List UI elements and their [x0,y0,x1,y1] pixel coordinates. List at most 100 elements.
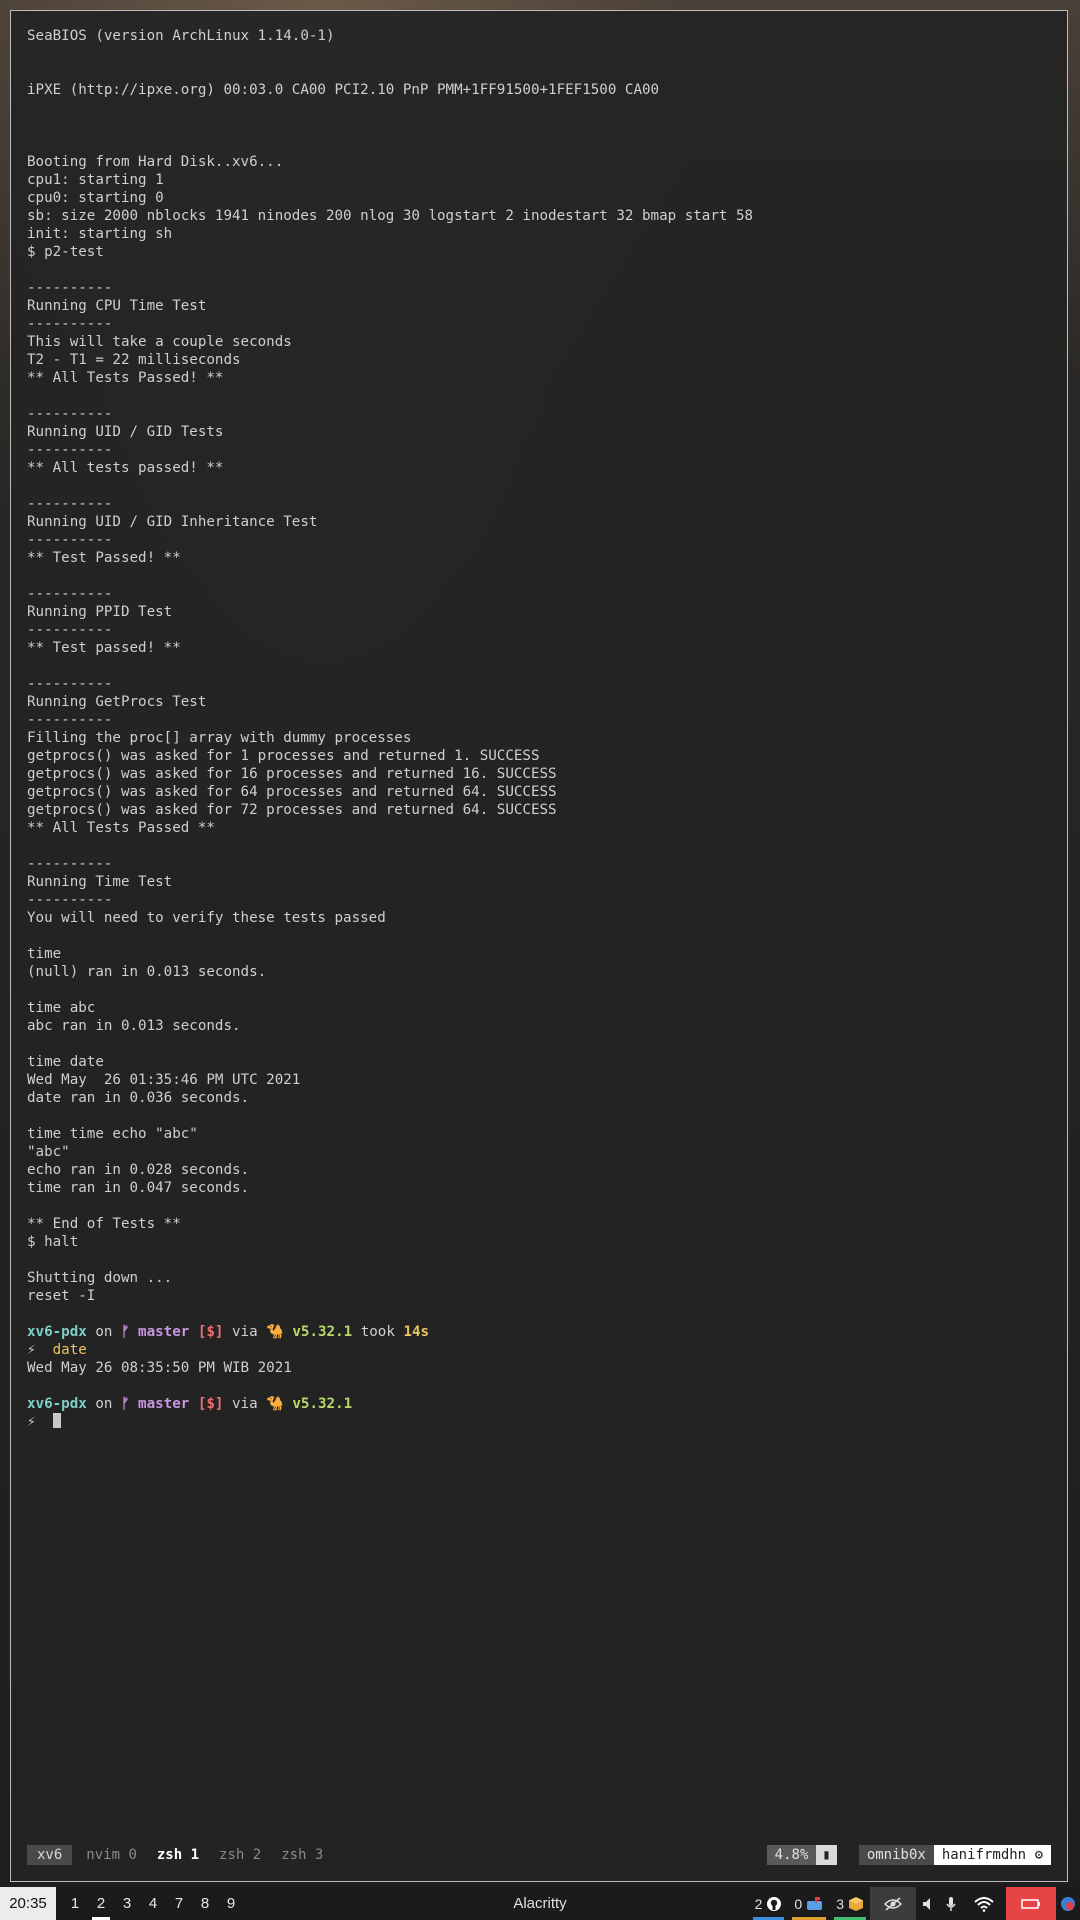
tmux-window-tab[interactable]: zsh 3 [275,1845,329,1865]
terminal-line: Running GetProcs Test [27,694,207,710]
package-updates[interactable]: 3 [830,1887,870,1920]
terminal-line: ** Test passed! ** [27,640,181,656]
terminal-output: SeaBIOS (version ArchLinux 1.14.0-1) iPXE… [27,27,1051,1431]
github-icon [766,1896,782,1912]
terminal-line: getprocs() was asked for 64 processes an… [27,784,557,800]
app-indicator[interactable] [1056,1887,1080,1920]
prompt-on-text: on [86,1324,121,1340]
terminal-line: time ran in 0.047 seconds. [27,1180,250,1196]
github-count: 2 [754,1895,763,1912]
terminal-line: ---------- [27,586,113,602]
prompt-directory: xv6-pdx [27,1396,87,1412]
terminal-window[interactable]: SeaBIOS (version ArchLinux 1.14.0-1) iPXE… [10,10,1068,1882]
github-notifications[interactable]: 2 [749,1887,789,1920]
terminal-line: T2 - T1 = 22 milliseconds [27,352,241,368]
cpu-usage: 4.8% [766,1845,817,1865]
terminal-line: cpu1: starting 1 [27,172,164,188]
date-output: Wed May 26 08:35:50 PM WIB 2021 [27,1360,292,1376]
settings-icon: ⚙ [1034,1847,1043,1863]
app-indicator-icon [1060,1896,1076,1912]
terminal-line: getprocs() was asked for 72 processes an… [27,802,557,818]
terminal-line: ** All Tests Passed ** [27,820,215,836]
terminal-line: init: starting sh [27,226,173,242]
prompt-took-text: took [352,1324,404,1340]
terminal-line: ---------- [27,406,113,422]
terminal-line: ---------- [27,280,113,296]
terminal-line: Filling the proc[] array with dummy proc… [27,730,412,746]
terminal-line: Running CPU Time Test [27,298,207,314]
wifi-status[interactable] [962,1887,1006,1920]
mail-count: 0 [794,1895,803,1912]
terminal-line: ** All tests passed! ** [27,460,224,476]
prompt-via-text: via [223,1396,267,1412]
mail-notifications[interactable]: 0 [788,1887,830,1920]
terminal-line: (null) ran in 0.013 seconds. [27,964,267,980]
prompt-perl-version: v5.32.1 [292,1396,353,1412]
package-count: 3 [836,1895,844,1912]
terminal-line: ---------- [27,856,113,872]
terminal-line: ---------- [27,532,113,548]
terminal-line: abc ran in 0.013 seconds. [27,1018,241,1034]
volume-control[interactable] [916,1887,940,1920]
tmux-status-bar: xv6 nvim 0 zsh 1 zsh 2 zsh 3 4.8% ▮ omnib0x … [27,1845,1051,1865]
terminal-line: ---------- [27,676,113,692]
tmux-window-tab[interactable]: zsh 2 [213,1845,267,1865]
terminal-line: Booting from Hard Disk..xv6... [27,154,284,170]
system-bar: 20:35 1234789 Alacritty 2 0 3 [0,1887,1080,1920]
entered-command: date [52,1342,87,1358]
prompt-perl-version: v5.32.1 [292,1324,353,1340]
mailbox-icon [806,1896,824,1912]
prompt-git-status: [$] [197,1324,224,1340]
terminal-line: time [27,946,62,962]
visibility-toggle[interactable] [870,1887,916,1920]
camel-icon: 🐪 [266,1396,284,1412]
terminal-line: Running Time Test [27,874,173,890]
microphone-control[interactable] [940,1887,962,1920]
terminal-line: Running UID / GID Tests [27,424,224,440]
username-text: hanifrmdhn [941,1847,1027,1863]
terminal-line: time abc [27,1000,96,1016]
prompt-on-text: on [86,1396,121,1412]
terminal-line: Running UID / GID Inheritance Test [27,514,318,530]
package-icon [848,1896,864,1912]
hostname: omnib0x [858,1845,934,1865]
lightning-icon: ⚡ [27,1342,36,1358]
terminal-line: ---------- [27,496,113,512]
tmux-session-name[interactable]: xv6 [27,1845,73,1865]
terminal-line: $ p2-test [27,244,104,260]
eye-slash-icon [883,1896,903,1912]
terminal-line: ---------- [27,442,113,458]
terminal-line: iPXE (http://ipxe.org) 00:03.0 CA00 PCI2… [27,82,660,98]
text-cursor [52,1413,61,1428]
camel-icon: 🐪 [266,1324,284,1340]
terminal-line: Wed May 26 01:35:46 PM UTC 2021 [27,1072,301,1088]
terminal-line: ** End of Tests ** [27,1216,181,1232]
terminal-line: ---------- [27,712,113,728]
command-line-2[interactable]: ⚡ [27,1413,1051,1431]
battery-icon [1021,1898,1041,1910]
tmux-window-tab[interactable]: zsh 1 [151,1845,205,1865]
terminal-line: SeaBIOS (version ArchLinux 1.14.0-1) [27,28,335,44]
terminal-line: getprocs() was asked for 16 processes an… [27,766,557,782]
wifi-icon [974,1896,994,1912]
tmux-status-right: 4.8% ▮ omnib0x hanifrmdhn ⚙ [766,1845,1051,1865]
tmux-window-tab[interactable]: nvim 0 [80,1845,143,1865]
prompt-branch: master [138,1396,190,1412]
terminal-line: time time echo "abc" [27,1126,198,1142]
terminal-line: ---------- [27,892,113,908]
terminal-line: getprocs() was asked for 1 processes and… [27,748,540,764]
terminal-line: time date [27,1054,104,1070]
speaker-icon [922,1897,934,1911]
microphone-icon [946,1896,956,1912]
power-menu[interactable] [1006,1887,1056,1920]
